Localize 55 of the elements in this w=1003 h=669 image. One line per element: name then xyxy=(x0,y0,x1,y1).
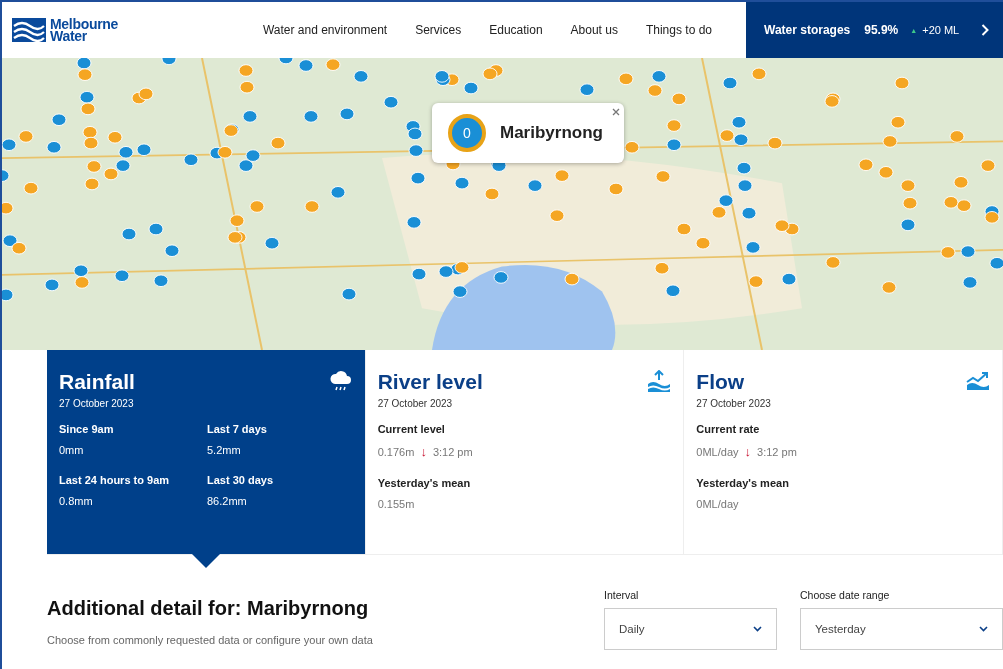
detail-heading: Additional detail for: Maribyrnong xyxy=(47,597,370,620)
card-date: 27 October 2023 xyxy=(696,398,772,409)
dropdown-select[interactable]: Daily xyxy=(604,608,777,650)
logo-text[interactable]: Melbourne Water xyxy=(50,18,119,42)
stat-value: 0ML/day xyxy=(696,445,739,458)
popup-title: Maribyrnong xyxy=(500,123,603,143)
card-title: River level xyxy=(377,370,483,394)
select-label: Interval xyxy=(604,589,640,601)
card-date: 27 October 2023 xyxy=(377,398,454,409)
down-arrow-icon: ↓ xyxy=(744,444,752,459)
chevron-down-icon xyxy=(979,626,988,632)
card-title: Rainfall xyxy=(59,370,135,394)
nav-link[interactable]: Services xyxy=(401,23,476,37)
chevron-down-icon xyxy=(753,626,762,632)
stat-label: Last 7 days xyxy=(207,423,268,435)
nav-link[interactable]: Education xyxy=(475,23,557,37)
stat-value: 0.8mm xyxy=(59,495,93,507)
storages-value: 95.9% xyxy=(864,23,899,37)
select-label: Choose date range xyxy=(800,589,891,601)
stat-label: Last 30 days xyxy=(207,474,275,486)
stat-value: 0.176m xyxy=(377,445,415,458)
card-date: 27 October 2023 xyxy=(59,398,135,409)
stat-label: Since 9am xyxy=(59,423,115,435)
storages-label: Water storages xyxy=(764,23,851,37)
detail-description: Choose from commonly requested data or configure your own data xyxy=(47,634,374,646)
card-title: Flow xyxy=(696,370,745,394)
close-icon xyxy=(612,108,620,116)
nav-link[interactable]: Things to do xyxy=(631,23,726,37)
flow-trend-icon xyxy=(966,370,990,390)
stat-value: 0mm xyxy=(59,444,84,456)
stat-value: 5.2mm xyxy=(207,444,241,456)
flow-card[interactable]: Flow 27 October 2023 Current rate 0ML/day ↓ 3:12 pm Yesterday's mean 0ML/day xyxy=(684,350,1003,555)
waves-logo-icon xyxy=(12,18,46,42)
water-level-icon xyxy=(647,370,672,392)
stat-label: Last 24 hours to 9am xyxy=(59,474,171,486)
marker-count[interactable]: 0 xyxy=(448,114,486,152)
stat-value: 0ML/day xyxy=(696,498,739,510)
selection-pointer xyxy=(191,554,220,568)
nav-link[interactable]: About us xyxy=(556,23,632,37)
stat-value: 86.2mm xyxy=(207,495,247,507)
map-drawing[interactable] xyxy=(2,58,1003,350)
stat-time: 3:12 pm xyxy=(757,445,797,458)
storages-change: +20 ML xyxy=(922,24,960,36)
down-arrow-icon: ↓ xyxy=(420,444,427,459)
stat-label: Yesterday's mean xyxy=(377,477,472,489)
stat-label: Current level xyxy=(377,423,446,435)
river-card[interactable]: River level 27 October 2023 Current level 0.176m ↓ 3:12 pm Yesterday's mean 0.155m xyxy=(365,350,685,555)
chevron-right-icon[interactable] xyxy=(981,24,989,36)
stat-time: 3:12 pm xyxy=(432,445,473,458)
stat-label: Current rate xyxy=(696,423,761,435)
stat-label: Yesterday's mean xyxy=(696,477,790,489)
dropdown-select[interactable]: Yesterday xyxy=(800,608,1003,650)
rain-cloud-icon xyxy=(328,370,353,392)
stat-value: 0.155m xyxy=(377,498,415,510)
nav-link[interactable]: Water and environment xyxy=(248,23,402,37)
